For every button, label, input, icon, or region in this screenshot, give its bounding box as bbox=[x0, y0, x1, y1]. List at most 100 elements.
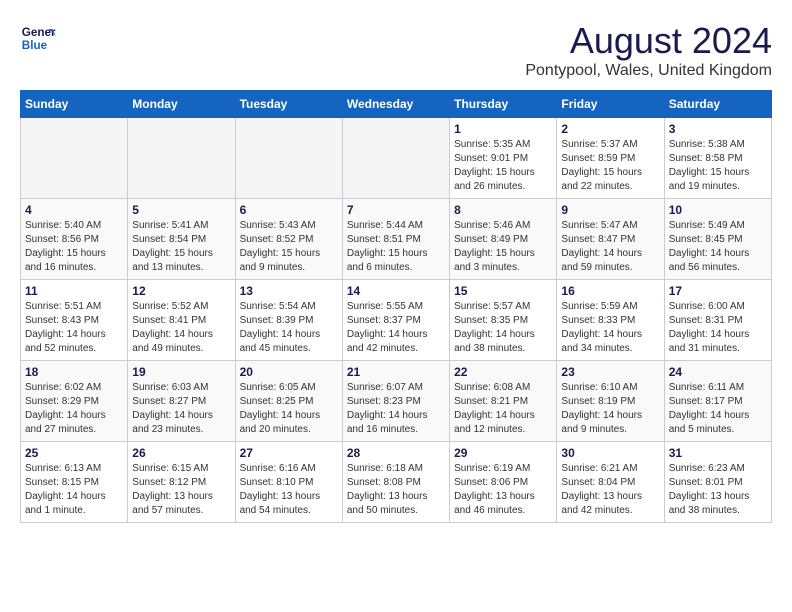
day-number: 21 bbox=[347, 365, 445, 379]
calendar-cell: 31 Sunrise: 6:23 AMSunset: 8:01 PMDayligh… bbox=[664, 442, 771, 523]
day-info: Sunrise: 5:40 AMSunset: 8:56 PMDaylight:… bbox=[25, 219, 123, 275]
day-number: 9 bbox=[561, 203, 659, 217]
day-number: 4 bbox=[25, 203, 123, 217]
calendar-cell: 3 Sunrise: 5:38 AMSunset: 8:58 PMDaylight… bbox=[664, 118, 771, 199]
day-number: 5 bbox=[132, 203, 230, 217]
calendar-cell bbox=[235, 118, 342, 199]
day-number: 14 bbox=[347, 284, 445, 298]
weekday-header-friday: Friday bbox=[557, 91, 664, 118]
day-number: 31 bbox=[669, 446, 767, 460]
day-info: Sunrise: 5:57 AMSunset: 8:35 PMDaylight:… bbox=[454, 300, 552, 356]
day-info: Sunrise: 6:10 AMSunset: 8:19 PMDaylight:… bbox=[561, 381, 659, 437]
month-title: August 2024 bbox=[525, 20, 772, 62]
day-info: Sunrise: 5:44 AMSunset: 8:51 PMDaylight:… bbox=[347, 219, 445, 275]
logo-icon: General Blue bbox=[20, 20, 56, 56]
day-number: 29 bbox=[454, 446, 552, 460]
day-info: Sunrise: 6:07 AMSunset: 8:23 PMDaylight:… bbox=[347, 381, 445, 437]
day-number: 28 bbox=[347, 446, 445, 460]
day-number: 6 bbox=[240, 203, 338, 217]
day-number: 30 bbox=[561, 446, 659, 460]
logo: General Blue bbox=[20, 20, 56, 56]
calendar-cell: 10Sunrise: 5:49 AMSunset: 8:45 PMDayligh… bbox=[664, 199, 771, 280]
day-info: Sunrise: 5:35 AMSunset: 9:01 PMDaylight:… bbox=[454, 138, 552, 194]
day-number: 18 bbox=[25, 365, 123, 379]
week-row-1: 1 Sunrise: 5:35 AMSunset: 9:01 PMDaylight… bbox=[21, 118, 772, 199]
day-info: Sunrise: 5:37 AMSunset: 8:59 PMDaylight:… bbox=[561, 138, 659, 194]
weekday-header-saturday: Saturday bbox=[664, 91, 771, 118]
weekday-header-wednesday: Wednesday bbox=[342, 91, 449, 118]
calendar-cell: 20 Sunrise: 6:05 AMSunset: 8:25 PMDayligh… bbox=[235, 361, 342, 442]
day-number: 11 bbox=[25, 284, 123, 298]
day-info: Sunrise: 6:18 AMSunset: 8:08 PMDaylight:… bbox=[347, 462, 445, 518]
day-info: Sunrise: 6:08 AMSunset: 8:21 PMDaylight:… bbox=[454, 381, 552, 437]
day-info: Sunrise: 6:11 AMSunset: 8:17 PMDaylight:… bbox=[669, 381, 767, 437]
day-info: Sunrise: 6:23 AMSunset: 8:01 PMDaylight:… bbox=[669, 462, 767, 518]
calendar-cell: 7 Sunrise: 5:44 AMSunset: 8:51 PMDaylight… bbox=[342, 199, 449, 280]
weekday-header-thursday: Thursday bbox=[450, 91, 557, 118]
calendar-cell: 28 Sunrise: 6:18 AMSunset: 8:08 PMDayligh… bbox=[342, 442, 449, 523]
location-title: Pontypool, Wales, United Kingdom bbox=[525, 62, 772, 80]
day-number: 19 bbox=[132, 365, 230, 379]
weekday-header-monday: Monday bbox=[128, 91, 235, 118]
header: General Blue August 2024 Pontypool, Wale… bbox=[20, 20, 772, 80]
day-info: Sunrise: 6:00 AMSunset: 8:31 PMDaylight:… bbox=[669, 300, 767, 356]
calendar-cell: 5 Sunrise: 5:41 AMSunset: 8:54 PMDaylight… bbox=[128, 199, 235, 280]
week-row-5: 25Sunrise: 6:13 AMSunset: 8:15 PMDayligh… bbox=[21, 442, 772, 523]
calendar-cell: 26 Sunrise: 6:15 AMSunset: 8:12 PMDayligh… bbox=[128, 442, 235, 523]
calendar-cell: 29 Sunrise: 6:19 AMSunset: 8:06 PMDayligh… bbox=[450, 442, 557, 523]
calendar-cell: 14 Sunrise: 5:55 AMSunset: 8:37 PMDayligh… bbox=[342, 280, 449, 361]
day-number: 13 bbox=[240, 284, 338, 298]
calendar-cell: 4 Sunrise: 5:40 AMSunset: 8:56 PMDaylight… bbox=[21, 199, 128, 280]
day-number: 1 bbox=[454, 122, 552, 136]
calendar-cell: 8 Sunrise: 5:46 AMSunset: 8:49 PMDaylight… bbox=[450, 199, 557, 280]
calendar-cell: 15 Sunrise: 5:57 AMSunset: 8:35 PMDayligh… bbox=[450, 280, 557, 361]
day-number: 20 bbox=[240, 365, 338, 379]
calendar-cell: 23 Sunrise: 6:10 AMSunset: 8:19 PMDayligh… bbox=[557, 361, 664, 442]
svg-text:Blue: Blue bbox=[22, 39, 48, 52]
calendar-cell: 30Sunrise: 6:21 AMSunset: 8:04 PMDayligh… bbox=[557, 442, 664, 523]
day-number: 24 bbox=[669, 365, 767, 379]
day-info: Sunrise: 6:19 AMSunset: 8:06 PMDaylight:… bbox=[454, 462, 552, 518]
day-number: 7 bbox=[347, 203, 445, 217]
day-number: 8 bbox=[454, 203, 552, 217]
day-info: Sunrise: 6:16 AMSunset: 8:10 PMDaylight:… bbox=[240, 462, 338, 518]
svg-text:General: General bbox=[22, 26, 56, 39]
day-info: Sunrise: 5:59 AMSunset: 8:33 PMDaylight:… bbox=[561, 300, 659, 356]
day-info: Sunrise: 5:46 AMSunset: 8:49 PMDaylight:… bbox=[454, 219, 552, 275]
day-number: 25 bbox=[25, 446, 123, 460]
day-info: Sunrise: 5:41 AMSunset: 8:54 PMDaylight:… bbox=[132, 219, 230, 275]
day-info: Sunrise: 5:54 AMSunset: 8:39 PMDaylight:… bbox=[240, 300, 338, 356]
calendar-cell: 27 Sunrise: 6:16 AMSunset: 8:10 PMDayligh… bbox=[235, 442, 342, 523]
weekday-header-sunday: Sunday bbox=[21, 91, 128, 118]
day-info: Sunrise: 5:47 AMSunset: 8:47 PMDaylight:… bbox=[561, 219, 659, 275]
calendar-cell bbox=[128, 118, 235, 199]
day-number: 23 bbox=[561, 365, 659, 379]
day-info: Sunrise: 5:38 AMSunset: 8:58 PMDaylight:… bbox=[669, 138, 767, 194]
weekday-header-row: SundayMondayTuesdayWednesdayThursdayFrid… bbox=[21, 91, 772, 118]
day-number: 26 bbox=[132, 446, 230, 460]
day-info: Sunrise: 5:43 AMSunset: 8:52 PMDaylight:… bbox=[240, 219, 338, 275]
calendar-cell: 17 Sunrise: 6:00 AMSunset: 8:31 PMDayligh… bbox=[664, 280, 771, 361]
day-number: 15 bbox=[454, 284, 552, 298]
week-row-3: 11 Sunrise: 5:51 AMSunset: 8:43 PMDayligh… bbox=[21, 280, 772, 361]
calendar-cell: 6 Sunrise: 5:43 AMSunset: 8:52 PMDaylight… bbox=[235, 199, 342, 280]
calendar-cell: 9 Sunrise: 5:47 AMSunset: 8:47 PMDaylight… bbox=[557, 199, 664, 280]
day-number: 22 bbox=[454, 365, 552, 379]
calendar-cell: 1 Sunrise: 5:35 AMSunset: 9:01 PMDaylight… bbox=[450, 118, 557, 199]
day-info: Sunrise: 6:15 AMSunset: 8:12 PMDaylight:… bbox=[132, 462, 230, 518]
calendar-cell bbox=[21, 118, 128, 199]
calendar-cell: 13 Sunrise: 5:54 AMSunset: 8:39 PMDayligh… bbox=[235, 280, 342, 361]
weekday-header-tuesday: Tuesday bbox=[235, 91, 342, 118]
calendar-cell: 18Sunrise: 6:02 AMSunset: 8:29 PMDayligh… bbox=[21, 361, 128, 442]
day-number: 12 bbox=[132, 284, 230, 298]
day-number: 17 bbox=[669, 284, 767, 298]
day-number: 3 bbox=[669, 122, 767, 136]
day-number: 27 bbox=[240, 446, 338, 460]
day-info: Sunrise: 5:55 AMSunset: 8:37 PMDaylight:… bbox=[347, 300, 445, 356]
calendar: SundayMondayTuesdayWednesdayThursdayFrid… bbox=[20, 90, 772, 523]
day-number: 2 bbox=[561, 122, 659, 136]
calendar-cell: 11 Sunrise: 5:51 AMSunset: 8:43 PMDayligh… bbox=[21, 280, 128, 361]
day-info: Sunrise: 5:51 AMSunset: 8:43 PMDaylight:… bbox=[25, 300, 123, 356]
calendar-cell: 12Sunrise: 5:52 AMSunset: 8:41 PMDayligh… bbox=[128, 280, 235, 361]
day-info: Sunrise: 6:05 AMSunset: 8:25 PMDaylight:… bbox=[240, 381, 338, 437]
